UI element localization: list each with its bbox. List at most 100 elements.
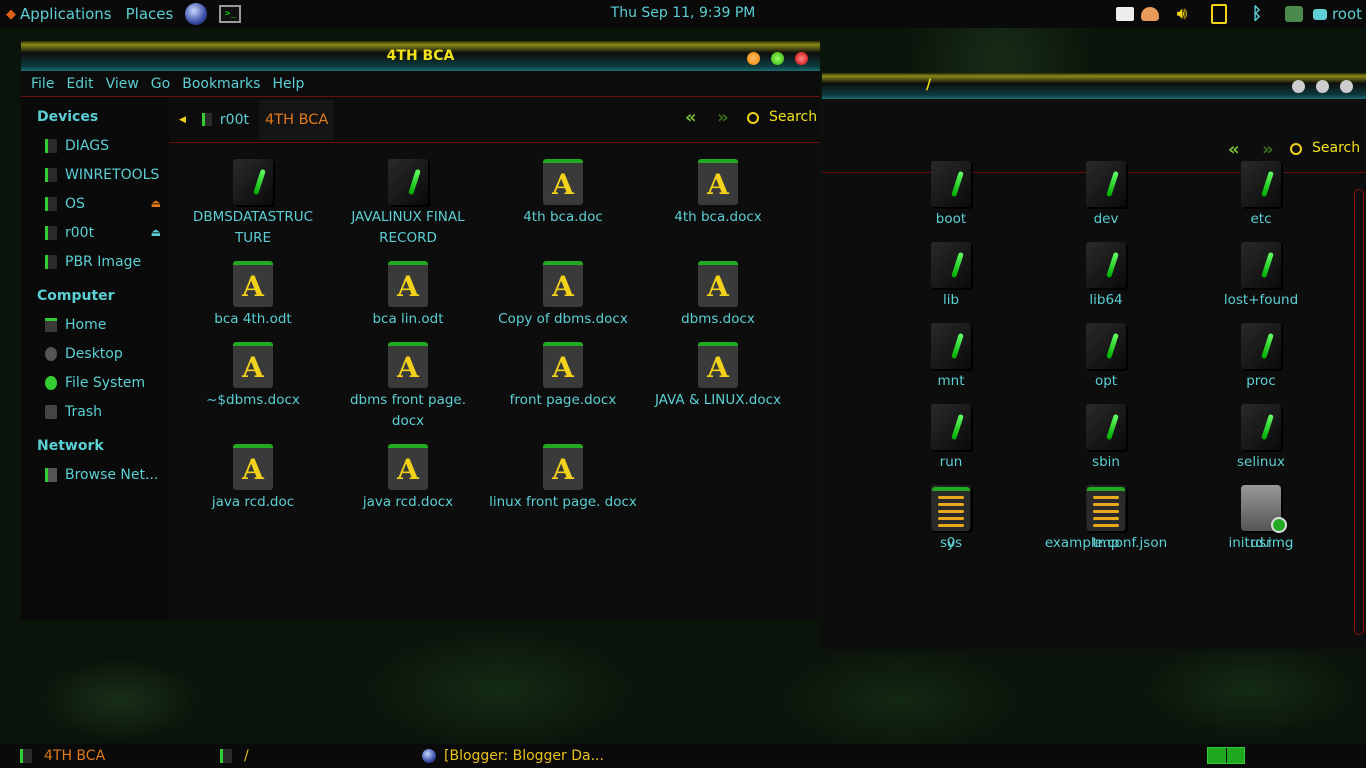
breadcrumb-r00t[interactable]: r00t (201, 112, 249, 128)
file-item[interactable]: initrd.img (1186, 475, 1336, 554)
menu-view[interactable]: View (100, 76, 145, 92)
sidebar-item-file-system[interactable]: File System (21, 368, 169, 397)
file-name: run (939, 454, 963, 470)
file-item[interactable]: Abca 4th.odt (178, 251, 328, 330)
breadcrumb-current[interactable]: 4TH BCA (258, 99, 335, 140)
folder-icon (1086, 161, 1126, 207)
minimize-button[interactable] (747, 52, 760, 65)
back-nav-icon[interactable]: « (685, 107, 697, 128)
file-item[interactable]: Afront page.docx (488, 332, 638, 411)
clock[interactable]: Thu Sep 11, 9:39 PM (611, 5, 756, 21)
eject-icon[interactable]: ⏏ (151, 226, 161, 239)
file-name: DBMSDATASTRUC TURE (192, 209, 314, 246)
file-item[interactable]: lib (876, 232, 1026, 311)
file-name: example.conf.json (1044, 535, 1168, 551)
text-file-icon (1087, 487, 1125, 531)
task-4th-bca[interactable]: 4TH BCA (20, 744, 210, 768)
sidebar-item-diags[interactable]: DIAGS (21, 131, 169, 160)
file-name: boot (935, 211, 967, 227)
forward-nav-icon[interactable]: » (717, 107, 729, 128)
file-item[interactable]: sbin (1031, 394, 1181, 473)
document-icon: A (543, 261, 583, 307)
file-item[interactable]: run (876, 394, 1026, 473)
browser-launcher-icon[interactable] (185, 3, 208, 25)
folder-icon (931, 242, 971, 288)
menu-file[interactable]: File (25, 76, 60, 92)
search-icon[interactable] (747, 112, 759, 124)
file-item[interactable]: Adbms.docx (643, 251, 793, 330)
maximize-button[interactable] (771, 52, 784, 65)
file-item[interactable]: Ajava rcd.doc (178, 434, 328, 513)
file-item[interactable]: A Copy of dbms.docx (488, 251, 638, 330)
workspace-1[interactable] (1208, 748, 1227, 763)
file-item[interactable]: A 4th bca.docx (643, 149, 793, 228)
mail-notification-icon[interactable] (1112, 2, 1138, 26)
sidebar-item-winretools[interactable]: WINRETOOLS (21, 160, 169, 189)
root-window-titlebar[interactable]: / (822, 73, 1366, 99)
minimize-button[interactable] (1292, 80, 1305, 93)
bluetooth-icon[interactable]: ᛒ (1246, 2, 1268, 26)
maximize-button[interactable] (1316, 80, 1329, 93)
sidebar-item-label: WINRETOOLS (65, 166, 160, 183)
workspace-2[interactable] (1226, 748, 1244, 763)
file-item[interactable]: proc (1186, 313, 1336, 392)
sidebar-item-desktop[interactable]: Desktop (21, 339, 169, 368)
file-item[interactable]: lost+found (1186, 232, 1336, 311)
file-item[interactable]: lib64 (1031, 232, 1181, 311)
applications-menu[interactable]: Applications (16, 5, 116, 23)
file-item[interactable]: etc (1186, 151, 1336, 230)
file-item[interactable]: DBMSDATASTRUC TURE (178, 149, 328, 249)
menu-help[interactable]: Help (266, 76, 310, 92)
places-menu[interactable]: Places (122, 5, 178, 23)
file-item[interactable]: dev (1031, 151, 1181, 230)
file-name: lost+found (1223, 292, 1299, 308)
user-menu[interactable]: root (1330, 2, 1364, 26)
file-item[interactable]: opt (1031, 313, 1181, 392)
path-left-arrow-icon[interactable]: ◀ (179, 115, 186, 125)
file-item[interactable]: example.conf.json (1031, 475, 1181, 554)
document-icon: A (233, 261, 273, 307)
sidebar-item-os[interactable]: OS ⏏ (21, 189, 169, 218)
clipboard-icon[interactable] (1208, 2, 1230, 26)
file-item[interactable]: Ajava rcd.docx (333, 434, 483, 513)
sidebar-item-pbr-image[interactable]: PBR Image (21, 247, 169, 276)
chat-icon[interactable] (1310, 2, 1330, 26)
sidebar-item-home[interactable]: Home (21, 310, 169, 339)
file-item[interactable]: Adbms front page. docx (333, 332, 483, 432)
menu-go[interactable]: Go (145, 76, 176, 92)
task-label: / (244, 748, 249, 764)
file-item[interactable]: A JAVA & LINUX.docx (643, 332, 793, 411)
menu-bookmarks[interactable]: Bookmarks (176, 76, 266, 92)
text-file-icon (932, 487, 970, 531)
eject-icon[interactable]: ⏏ (151, 197, 161, 210)
volume-icon[interactable]: 🔊︎ (1170, 2, 1194, 26)
file-item[interactable]: selinux (1186, 394, 1336, 473)
network-icon[interactable] (1282, 2, 1306, 26)
scrollbar[interactable] (1354, 189, 1364, 635)
file-item[interactable]: mnt (876, 313, 1026, 392)
bca-window-titlebar[interactable]: 4TH BCA (21, 41, 820, 71)
sidebar-item-trash[interactable]: Trash (21, 397, 169, 426)
file-item[interactable]: JAVALINUX FINAL RECORD (333, 149, 483, 249)
applications-icon[interactable]: ◆ (6, 7, 16, 22)
task-root[interactable]: / (220, 744, 410, 768)
search-button[interactable]: Search (769, 109, 817, 125)
file-item[interactable]: Alinux front page. docx (488, 434, 638, 513)
terminal-launcher-icon[interactable]: >_ (219, 5, 242, 23)
task-blogger[interactable]: [Blogger: Blogger Da... (422, 744, 612, 768)
file-item[interactable]: A 4th bca.doc (488, 149, 638, 228)
file-name: 4th bca.docx (674, 209, 762, 225)
close-button[interactable] (795, 52, 808, 65)
sidebar-item-browse-network[interactable]: Browse Net... (21, 460, 169, 489)
sidebar-item-r00t[interactable]: r00t ⏏ (21, 218, 169, 247)
file-name: lib (942, 292, 960, 308)
file-item[interactable]: A ~$dbms.docx (178, 332, 328, 411)
weather-icon[interactable] (1138, 2, 1162, 26)
close-button[interactable] (1340, 80, 1353, 93)
file-item[interactable]: 0 (876, 475, 1026, 554)
file-item[interactable]: boot (876, 151, 1026, 230)
menu-edit[interactable]: Edit (60, 76, 99, 92)
file-item[interactable]: Abca lin.odt (333, 251, 483, 330)
sidebar-item-label: Home (65, 316, 107, 333)
workspace-switcher[interactable] (1207, 747, 1245, 764)
